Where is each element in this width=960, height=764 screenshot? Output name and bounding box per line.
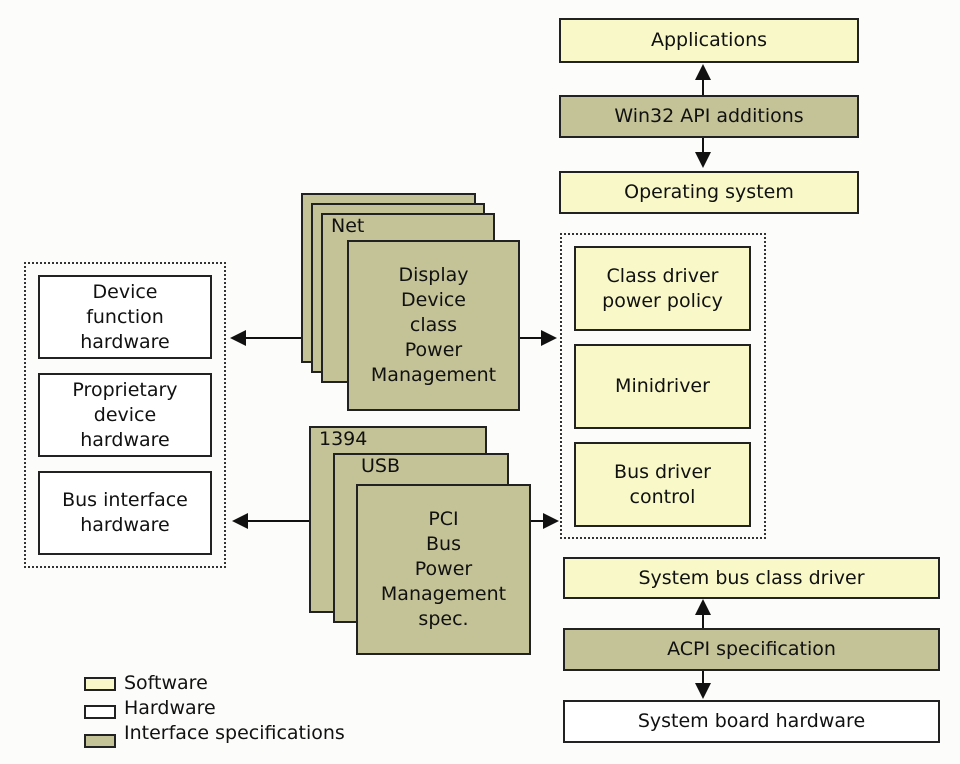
acpi-specification-box: ACPI specification: [563, 628, 940, 671]
class-driver-box: Class driver power policy: [574, 246, 751, 331]
pci-bus-box: PCI Bus Power Management spec.: [356, 484, 531, 655]
device-function-hardware-box: Device function hardware: [38, 275, 212, 359]
legend-label-interface: Interface specifications: [124, 722, 345, 744]
applications-box: Applications: [559, 18, 859, 63]
proprietary-device-hardware-box: Proprietary device hardware: [38, 373, 212, 457]
system-bus-class-driver-box: System bus class driver: [563, 557, 940, 599]
win32-api-box: Win32 API additions: [559, 95, 859, 138]
legend-swatch-hardware: [84, 705, 116, 719]
operating-system-box: Operating system: [559, 171, 859, 214]
legend-label-hardware: Hardware: [124, 697, 216, 719]
legend-label-software: Software: [124, 672, 208, 694]
minidriver-box: Minidriver: [574, 344, 751, 429]
bus-driver-box: Bus driver control: [574, 442, 751, 527]
diagram: Applications Win32 API additions Operati…: [0, 0, 960, 764]
legend-swatch-software: [84, 677, 116, 691]
legend-swatch-interface: [84, 734, 116, 748]
label-1394: 1394: [319, 428, 368, 450]
bus-interface-hardware-box: Bus interface hardware: [38, 471, 212, 555]
net-label: Net: [331, 215, 365, 237]
usb-label: USB: [361, 455, 401, 477]
display-device-class-box: Display Device class Power Management: [347, 240, 520, 411]
system-board-hardware-box: System board hardware: [563, 700, 940, 743]
